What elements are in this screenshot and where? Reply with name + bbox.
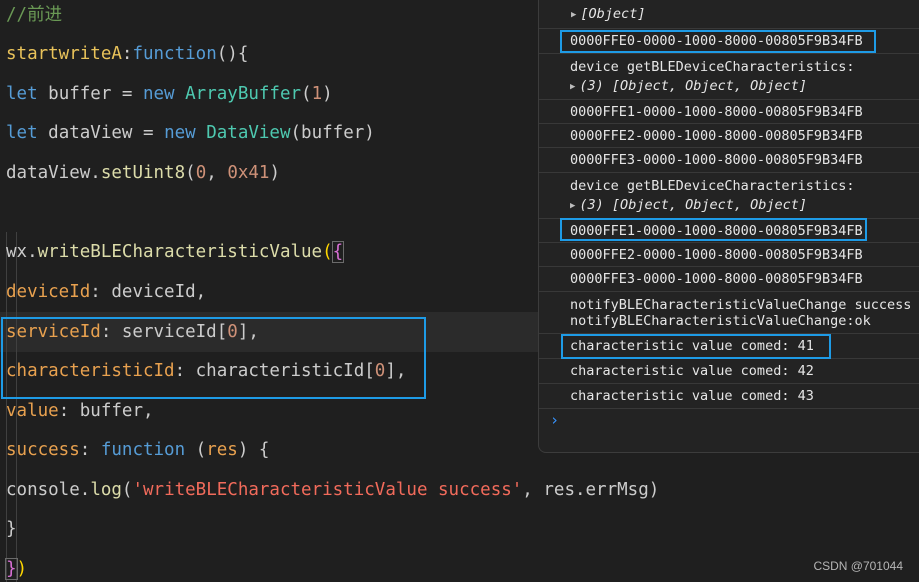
console-log-row[interactable]: 0000FFE2-0000-1000-8000-00805F9B34FB — [539, 124, 919, 148]
console-log-row[interactable]: 0000FFE3-0000-1000-8000-00805F9B34FB — [539, 267, 919, 292]
code-token: log — [90, 480, 122, 500]
annotation-box-service-characteristic — [1, 317, 426, 399]
console-log-row[interactable]: 0000FFE3-0000-1000-8000-00805F9B34FB — [539, 148, 919, 173]
console-log-row[interactable]: device getBLEDeviceCharacteristics: ▶ (3) … — [539, 54, 919, 100]
annotation-box-ffe0 — [560, 30, 876, 53]
code-token: ) { — [237, 440, 270, 460]
code-token: (){ — [216, 44, 249, 64]
console-log-row[interactable]: characteristic value comed: 43 — [539, 384, 919, 409]
expand-triangle-icon[interactable]: ▶ — [570, 82, 575, 92]
code-token: } — [5, 558, 18, 580]
code-line[interactable]: console.log('writeBLECharacteristicValue… — [6, 470, 659, 510]
console-log-text: device getBLEDeviceCharacteristics: — [570, 178, 855, 194]
code-token: : — [79, 440, 101, 460]
code-token: function — [100, 440, 186, 460]
code-token: DataView — [206, 123, 291, 143]
code-token: res — [206, 440, 238, 460]
code-line[interactable]: }) — [5, 549, 28, 582]
console-log-text: notifyBLECharacteristicValueChange succe… — [570, 297, 912, 313]
code-token: : deviceId, — [90, 282, 207, 302]
code-token: ) — [322, 84, 333, 104]
code-token: new — [164, 123, 207, 143]
code-line[interactable]: deviceId: deviceId, — [6, 272, 206, 312]
expand-triangle-icon[interactable]: ▶ — [571, 10, 576, 20]
code-token: : — [121, 44, 133, 64]
code-token: success — [6, 440, 80, 460]
code-line[interactable]: let buffer = new ArrayBuffer(1) — [6, 74, 333, 114]
code-token: ( — [322, 242, 333, 262]
console-log-text: 0000FFE3-0000-1000-8000-00805F9B34FB — [570, 152, 863, 168]
code-token: ( — [121, 480, 133, 500]
console-log-subtext: (3) [Object, Object, Object] — [579, 78, 807, 94]
code-token: let — [6, 84, 49, 104]
code-token: { — [331, 241, 345, 263]
code-token: . — [90, 163, 101, 183]
code-line[interactable]: let dataView = new DataView(buffer) — [6, 113, 375, 153]
console-log-subtext: notifyBLECharacteristicValueChange:ok — [570, 313, 871, 329]
annotation-box-ffe1 — [560, 218, 867, 241]
console-log-row[interactable]: ▶ [Object] — [539, 0, 919, 29]
code-line[interactable]: success: function (res) { — [6, 430, 269, 470]
code-token: value — [6, 401, 59, 421]
code-token: . — [27, 242, 38, 262]
code-line[interactable]: //前进 — [6, 0, 62, 35]
console-log-text: 0000FFE2-0000-1000-8000-00805F9B34FB — [570, 246, 863, 263]
code-token: 1 — [311, 84, 323, 104]
console-log-text: device getBLEDeviceCharacteristics: — [570, 59, 855, 75]
console-prompt-icon[interactable]: › — [550, 411, 559, 429]
code-token: : buffer, — [58, 401, 154, 421]
code-token: ( — [301, 84, 312, 104]
code-token: } — [6, 519, 17, 539]
code-token: 'writeBLECharacteristicValue success' — [132, 480, 523, 500]
code-token: setUint8 — [100, 163, 186, 183]
console-log-row[interactable]: characteristic value comed: 42 — [539, 359, 919, 384]
expand-triangle-icon[interactable]: ▶ — [570, 201, 575, 211]
code-token: dataView — [48, 123, 133, 143]
code-token: 0x41 — [227, 163, 270, 183]
console-log-row[interactable]: 0000FFE1-0000-1000-8000-00805F9B34FB — [539, 100, 919, 124]
code-token: writeBLECharacteristicValue — [37, 242, 323, 262]
console-log-text: characteristic value comed: 43 — [570, 388, 814, 404]
console-log-row[interactable]: notifyBLECharacteristicValueChange succe… — [539, 292, 919, 334]
code-token: function — [132, 44, 217, 64]
console-log-text: 0000FFE1-0000-1000-8000-00805F9B34FB — [570, 103, 863, 120]
console-log-text: [Object] — [580, 6, 646, 22]
code-token: ArrayBuffer — [185, 84, 302, 104]
code-token: deviceId — [6, 282, 91, 302]
code-token: = — [132, 123, 165, 143]
code-token: ) — [16, 559, 28, 579]
console-log-text: characteristic value comed: 42 — [570, 363, 814, 379]
code-token: //前进 — [6, 5, 63, 25]
code-token: ) — [269, 163, 281, 183]
watermark: CSDN @701044 — [813, 559, 903, 573]
code-token: . — [79, 480, 91, 500]
code-token: ( — [185, 163, 196, 183]
code-token: console — [6, 480, 80, 500]
console-log-text: 0000FFE3-0000-1000-8000-00805F9B34FB — [570, 271, 863, 287]
code-line[interactable]: } — [6, 509, 17, 549]
annotation-box-value-41 — [561, 334, 831, 359]
code-line[interactable]: startwriteA:function(){ — [6, 34, 248, 74]
console-log-row[interactable]: device getBLEDeviceCharacteristics: ▶ (3) … — [539, 173, 919, 219]
code-line[interactable]: dataView.setUint8(0, 0x41) — [6, 153, 280, 193]
console-log-row[interactable]: 0000FFE2-0000-1000-8000-00805F9B34FB — [539, 243, 919, 267]
code-token: startwriteA — [6, 44, 122, 64]
code-line[interactable]: wx.writeBLECharacteristicValue({ — [6, 232, 345, 272]
code-token: let — [6, 123, 49, 143]
code-token: (buffer) — [290, 123, 375, 143]
console-log-subtext: (3) [Object, Object, Object] — [579, 197, 807, 213]
code-token: 0 — [195, 163, 207, 183]
code-token: = — [111, 84, 143, 104]
code-token: dataView — [6, 163, 91, 183]
code-token: new — [142, 84, 186, 104]
code-token: , res.errMsg) — [522, 480, 660, 500]
code-token: , — [206, 163, 228, 183]
code-token: buffer — [48, 84, 112, 104]
code-token: ( — [185, 440, 207, 460]
console-log-text: 0000FFE2-0000-1000-8000-00805F9B34FB — [570, 127, 863, 144]
code-token: wx — [6, 242, 28, 262]
